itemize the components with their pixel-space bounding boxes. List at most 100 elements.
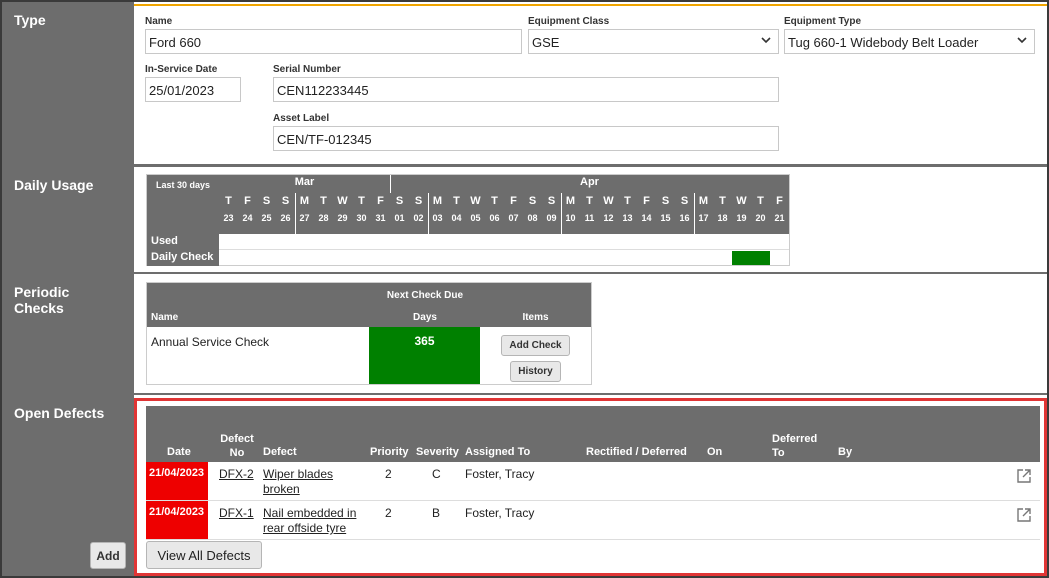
defects-body: Date Defect No Defect Priority Severity … xyxy=(134,395,1047,576)
daily-usage-body: Last 30 days Mar Apr Used Daily Check T2… xyxy=(134,167,1047,272)
serial-number-field[interactable]: CEN112233445 xyxy=(273,77,779,102)
col-assigned-to: Assigned To xyxy=(465,446,531,458)
col-date: Date xyxy=(167,446,191,458)
col-days-header: Days xyxy=(413,312,437,323)
day-letter: T xyxy=(757,195,764,207)
serial-number-label: Serial Number xyxy=(273,64,341,75)
periodic-body: Next Check Due Name Days Items Annual Se… xyxy=(134,274,1047,393)
day-number: 06 xyxy=(489,213,500,223)
day-number: 08 xyxy=(527,213,538,223)
period-label: Last 30 days xyxy=(155,180,211,190)
days-remaining: 365 xyxy=(414,334,435,348)
day-letter: T xyxy=(586,195,593,207)
defect-description-link[interactable]: Nail embedded in xyxy=(263,506,356,520)
day-number: 18 xyxy=(717,213,728,223)
defect-severity: B xyxy=(432,506,441,520)
day-letter: S xyxy=(547,195,556,207)
defect-no-link[interactable]: DFX-1 xyxy=(219,506,254,520)
day-number: 29 xyxy=(337,213,348,223)
type-body: Name Ford 660 Equipment Class GSE Equipm… xyxy=(134,2,1047,164)
day-letter: W xyxy=(603,195,614,207)
name-field[interactable]: Ford 660 xyxy=(145,29,522,54)
day-number: 02 xyxy=(413,213,424,223)
col-defect: Defect xyxy=(263,446,297,458)
row-label-used: Used xyxy=(151,235,178,247)
day-number: 12 xyxy=(603,213,614,223)
day-letter: M xyxy=(299,195,310,207)
day-letter: M xyxy=(565,195,576,207)
add-check-button[interactable]: Add Check xyxy=(501,335,570,356)
col-rectified-deferred: Rectified / Deferred xyxy=(586,446,687,458)
add-defect-button[interactable]: Add xyxy=(90,542,126,569)
day-letter: S xyxy=(395,195,404,207)
equipment-class-select[interactable]: GSE xyxy=(528,29,779,54)
defect-date: 21/04/2023 xyxy=(146,501,208,539)
day-letter: M xyxy=(698,195,709,207)
day-number: 04 xyxy=(451,213,462,223)
equipment-type-value: Tug 660-1 Widebody Belt Loader xyxy=(788,35,979,50)
in-service-date-field[interactable]: 25/01/2023 xyxy=(145,77,241,102)
day-number: 11 xyxy=(584,213,595,223)
chevron-down-icon xyxy=(1017,37,1027,44)
day-letter: F xyxy=(776,195,783,207)
day-number: 01 xyxy=(394,213,405,223)
month-label-apr: Apr xyxy=(580,176,599,188)
day-letter: S xyxy=(414,195,423,207)
day-letter: S xyxy=(528,195,537,207)
day-number: 26 xyxy=(280,213,291,223)
defect-no-link[interactable]: DFX-2 xyxy=(219,467,254,481)
day-number: 24 xyxy=(242,213,253,223)
defect-priority: 2 xyxy=(385,506,392,520)
day-number: 19 xyxy=(736,213,747,223)
day-letter: T xyxy=(358,195,365,207)
daily-check-done-cell xyxy=(751,251,770,265)
day-letter: F xyxy=(510,195,517,207)
col-name-header: Name xyxy=(151,312,179,323)
day-number: 03 xyxy=(432,213,443,223)
days-remaining-cell: 365 xyxy=(369,327,480,384)
defect-date: 21/04/2023 xyxy=(146,462,208,500)
defects-header: Date Defect No Defect Priority Severity … xyxy=(146,406,1040,462)
open-defects-section: Open Defects Add Date Defect No Defect P… xyxy=(2,395,1047,576)
external-link-icon[interactable] xyxy=(1016,468,1032,484)
day-letter: T xyxy=(624,195,631,207)
defect-row[interactable]: 21/04/2023 DFX-1 Nail embedded in rear o… xyxy=(146,501,1040,540)
asset-label-field[interactable]: CEN/TF-012345 xyxy=(273,126,779,151)
type-section: Type Name Ford 660 Equipment Class GSE E… xyxy=(2,2,1047,164)
day-number: 13 xyxy=(622,213,633,223)
periodic-checks-table: Next Check Due Name Days Items Annual Se… xyxy=(146,282,592,385)
day-number: 05 xyxy=(470,213,481,223)
external-link-icon[interactable] xyxy=(1016,507,1032,523)
day-number: 21 xyxy=(774,213,785,223)
view-all-defects-button[interactable]: View All Defects xyxy=(146,541,262,569)
day-letter: T xyxy=(719,195,726,207)
defect-assigned-to: Foster, Tracy xyxy=(465,506,535,520)
day-letter: T xyxy=(491,195,498,207)
daily-usage-grid: Last 30 days Mar Apr Used Daily Check T2… xyxy=(146,174,790,266)
day-number: 30 xyxy=(356,213,367,223)
day-letter: F xyxy=(377,195,384,207)
defect-description-link[interactable]: rear offside tyre xyxy=(263,521,346,535)
day-letter: F xyxy=(643,195,650,207)
day-number: 20 xyxy=(755,213,766,223)
day-number: 07 xyxy=(508,213,519,223)
defect-description-link[interactable]: broken xyxy=(263,482,300,496)
defect-row[interactable]: 21/04/2023 DFX-2 Wiper blades broken 2 C… xyxy=(146,462,1040,501)
chevron-down-icon xyxy=(761,37,771,44)
day-number: 16 xyxy=(679,213,690,223)
equipment-type-label: Equipment Type xyxy=(784,16,862,27)
day-letter: W xyxy=(736,195,747,207)
history-button[interactable]: History xyxy=(510,361,561,382)
day-letter: W xyxy=(470,195,481,207)
col-items-header: Items xyxy=(522,312,549,323)
day-letter: M xyxy=(432,195,443,207)
defect-description-link[interactable]: Wiper blades xyxy=(263,467,333,481)
daily-usage-section: Daily Usage Last 30 days Mar Apr Used Da… xyxy=(2,167,1047,272)
day-letter: T xyxy=(225,195,232,207)
day-number: 15 xyxy=(660,213,671,223)
equipment-class-value: GSE xyxy=(532,35,560,50)
equipment-type-select[interactable]: Tug 660-1 Widebody Belt Loader xyxy=(784,29,1035,54)
col-by: By xyxy=(838,446,853,458)
day-number: 25 xyxy=(261,213,272,223)
day-number: 10 xyxy=(565,213,576,223)
